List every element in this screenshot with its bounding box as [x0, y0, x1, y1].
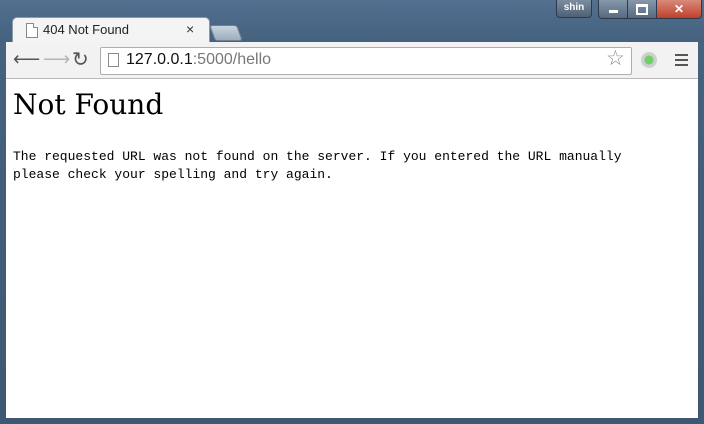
window-caption-buttons: ✕ — [598, 0, 702, 19]
page-icon — [108, 53, 119, 67]
maximize-icon — [636, 3, 648, 15]
url-host: 127.0.0.1 — [126, 51, 193, 68]
close-window-button[interactable]: ✕ — [657, 0, 702, 19]
window-bottom-frame — [0, 418, 704, 424]
minimize-button[interactable] — [598, 0, 628, 19]
forward-arrow-icon[interactable]: ⟶ — [43, 50, 70, 70]
address-url[interactable]: 127.0.0.1:5000/hello — [126, 51, 271, 69]
browser-menu-icon[interactable] — [675, 54, 688, 69]
tab-title: 404 Not Found — [43, 22, 130, 37]
background-window-text-2 — [245, 25, 335, 37]
close-icon: ✕ — [673, 2, 685, 16]
back-arrow-icon[interactable]: ⟵ — [13, 50, 40, 70]
page-content — [6, 79, 698, 418]
reload-icon[interactable]: ↻ — [72, 50, 89, 70]
error-message: The requested URL was not found on the s… — [13, 149, 622, 182]
profile-button[interactable]: shin — [556, 0, 592, 18]
maximize-button[interactable] — [628, 0, 657, 19]
background-window-text — [4, 2, 434, 16]
minimize-icon — [608, 10, 618, 13]
url-path: :5000/hello — [192, 51, 272, 68]
tab-close-icon[interactable]: × — [186, 21, 194, 37]
page-heading: Not Found — [13, 88, 164, 121]
page-favicon-icon — [26, 23, 38, 38]
extension-icon[interactable] — [641, 52, 657, 68]
new-tab-button[interactable] — [209, 25, 243, 41]
bookmark-star-icon[interactable]: ☆ — [606, 48, 625, 70]
